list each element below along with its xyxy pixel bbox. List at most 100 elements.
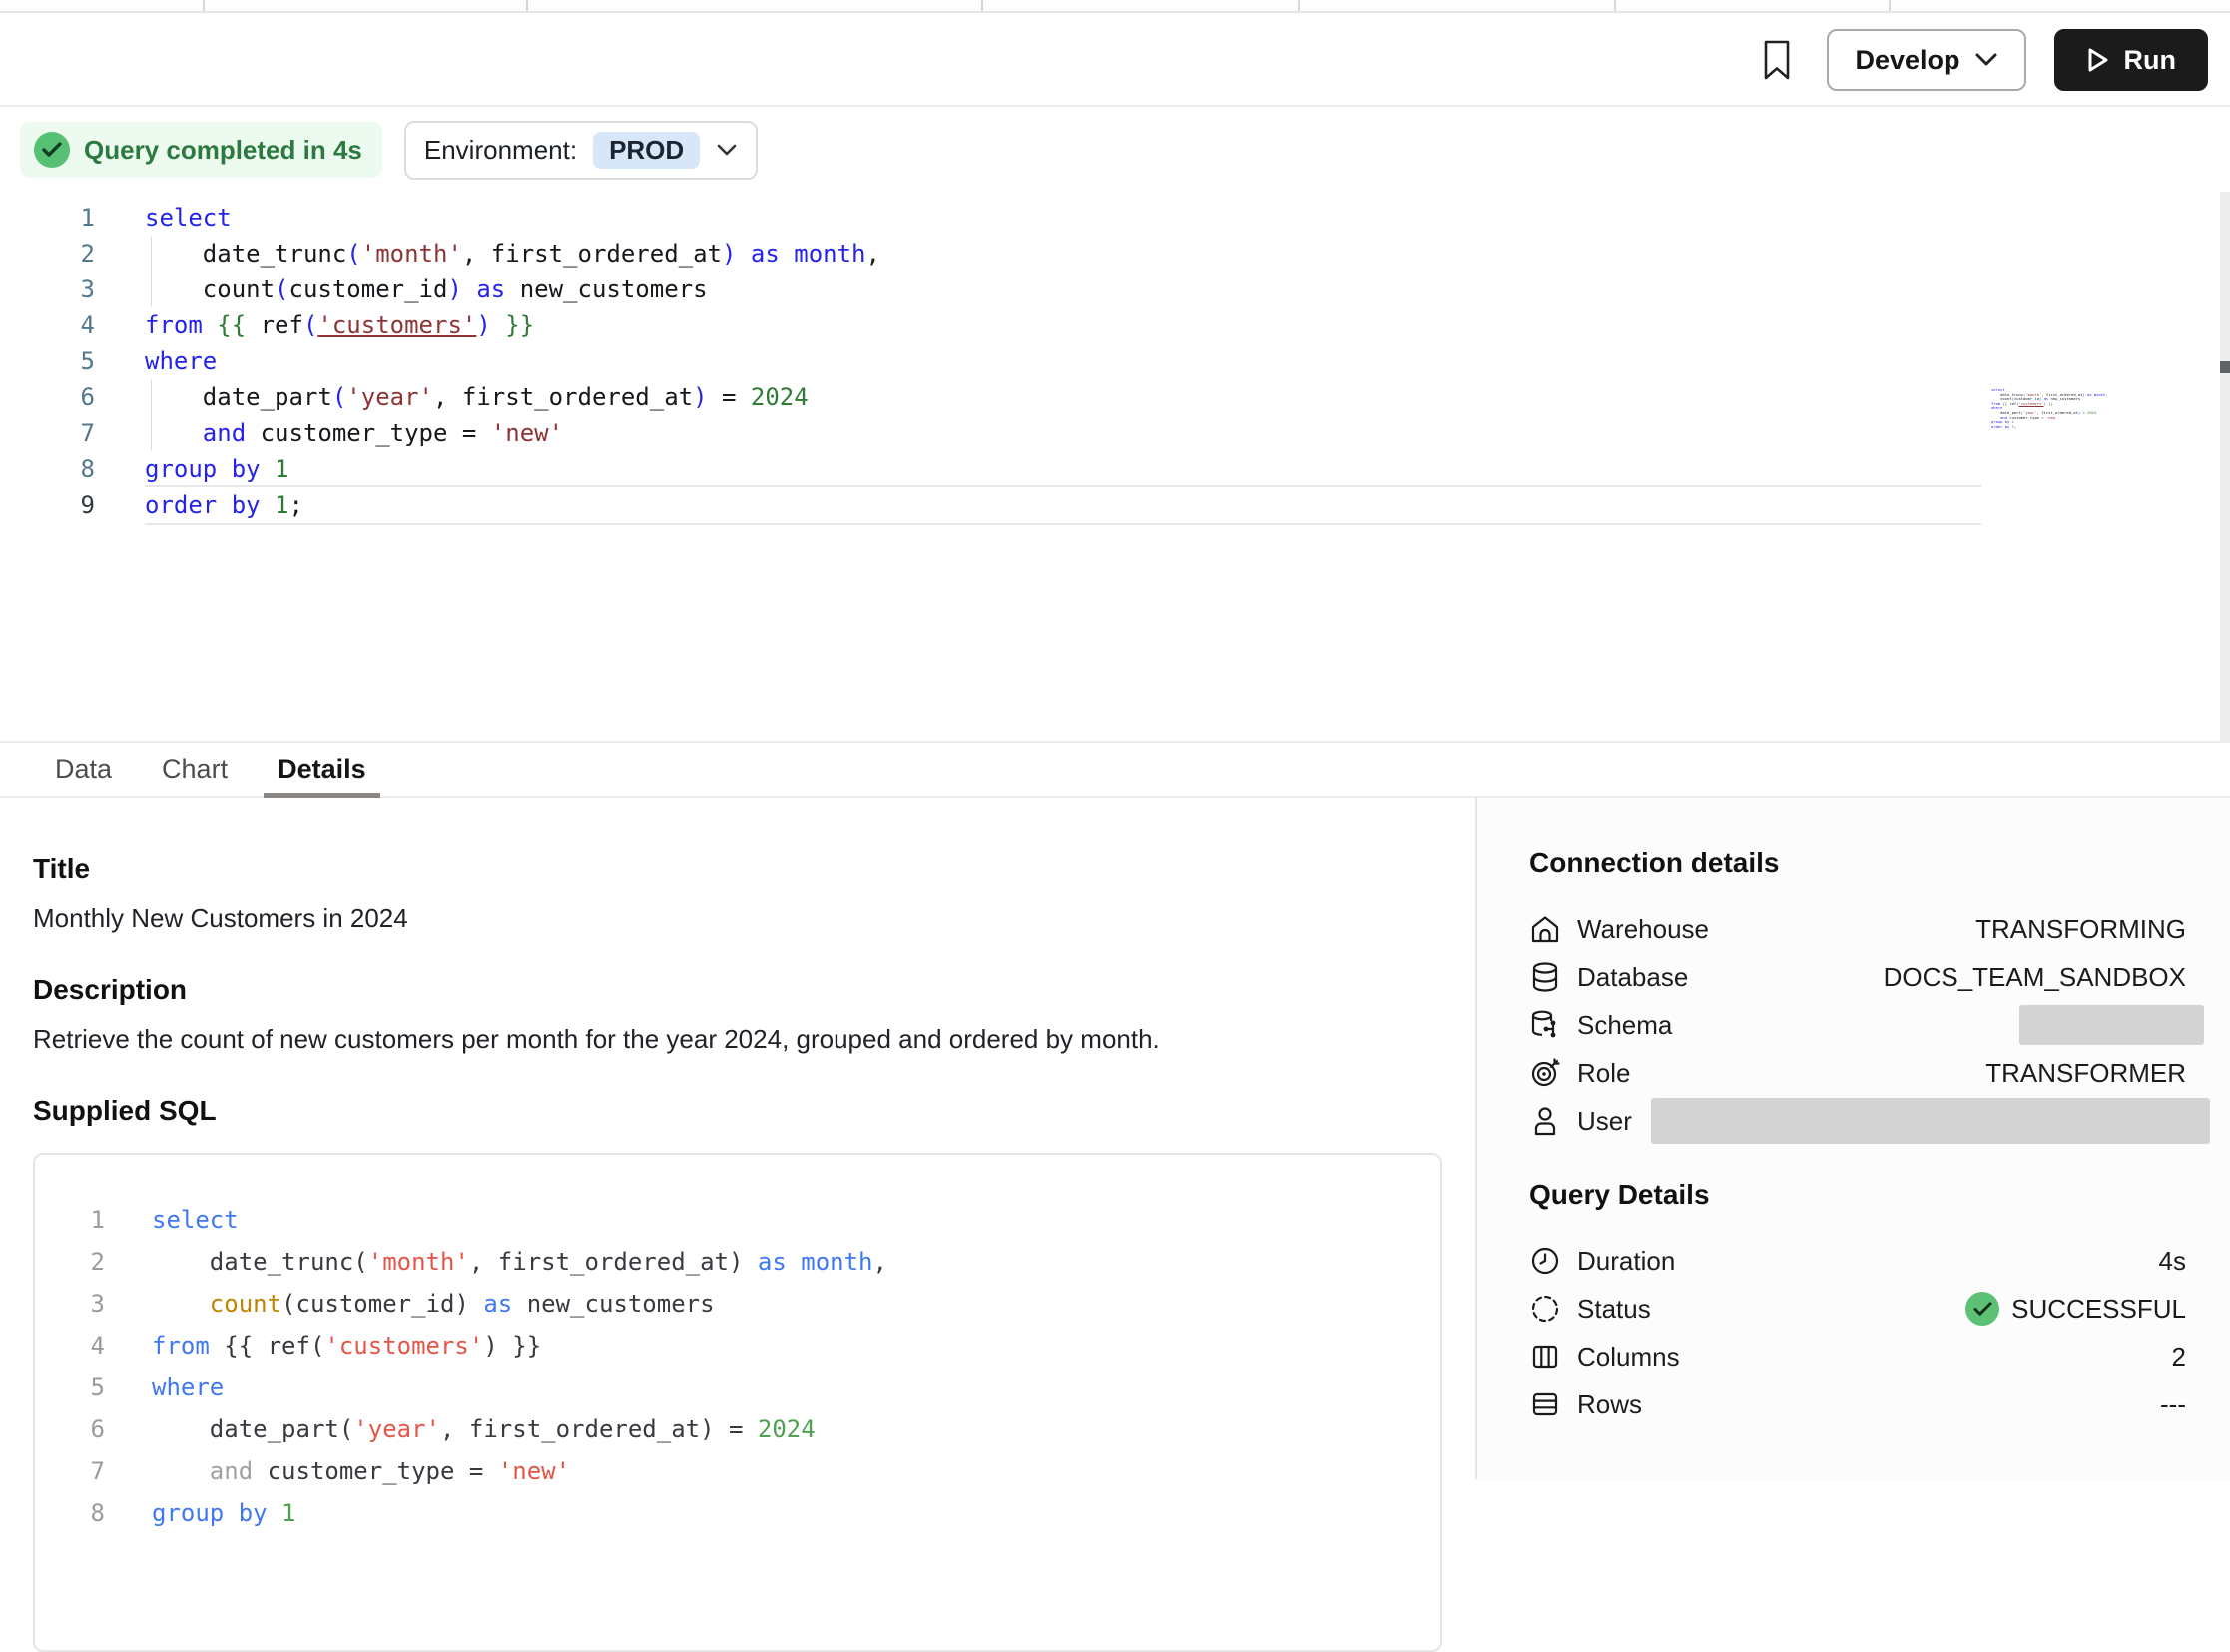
- chevron-down-icon: [716, 143, 738, 157]
- code-line: 1select: [0, 200, 2230, 236]
- line-number: 4: [68, 1325, 105, 1367]
- meta-label: Warehouse: [1577, 914, 1709, 945]
- meta-value: TRANSFORMER: [1985, 1058, 2186, 1089]
- line-number: 5: [0, 343, 95, 379]
- editor-scrollbar[interactable]: [2220, 192, 2230, 741]
- meta-row-schema: Schema: [1529, 1001, 2186, 1049]
- database-icon: [1529, 961, 1561, 993]
- bookmark-button[interactable]: [1755, 36, 1799, 84]
- line-number: 6: [0, 379, 95, 415]
- code-line: 4from {{ ref('customers') }}: [68, 1325, 1440, 1367]
- line-number: 6: [68, 1408, 105, 1450]
- develop-label: Develop: [1855, 45, 1959, 76]
- query-status-text: Query completed in 4s: [84, 135, 362, 166]
- success-check-icon: [1965, 1292, 1999, 1326]
- connection-details-heading: Connection details: [1529, 847, 2186, 879]
- tab-details[interactable]: Details: [264, 743, 380, 796]
- tab-data[interactable]: Data: [41, 743, 126, 796]
- meta-label: Role: [1577, 1058, 1630, 1089]
- code-line: 3 count(customer_id) as new_customers: [68, 1283, 1440, 1325]
- meta-row-columns: Columns 2: [1529, 1333, 2186, 1380]
- editor-code[interactable]: 1select2 date_trunc('month', first_order…: [0, 191, 2230, 523]
- meta-row-status: StatusSUCCESSFUL: [1529, 1285, 2186, 1333]
- toolbar: Develop Run: [0, 15, 2230, 107]
- query-details-heading: Query Details: [1529, 1179, 2186, 1211]
- tab-divider: [1614, 0, 1616, 11]
- schema-icon: [1529, 1009, 1561, 1041]
- meta-row-database: DatabaseDOCS_TEAM_SANDBOX: [1529, 953, 2186, 1001]
- meta-label: User: [1577, 1106, 1632, 1137]
- line-number: 2: [0, 236, 95, 272]
- rows-icon: [1529, 1388, 1561, 1420]
- meta-label: Columns: [1577, 1342, 1680, 1373]
- description-heading: Description: [33, 974, 1475, 1006]
- status-icon: [1529, 1293, 1561, 1325]
- code-line: 1select: [68, 1199, 1440, 1241]
- meta-row-role: Role TRANSFORMER: [1529, 1049, 2186, 1097]
- editor-minimap[interactable]: select date_trunc('month', first_ordered…: [1991, 388, 2099, 429]
- bookmark-icon: [1760, 38, 1794, 82]
- meta-value: [2019, 1005, 2186, 1045]
- tab-divider: [526, 0, 528, 11]
- line-number: 3: [68, 1283, 105, 1325]
- sql-editor[interactable]: 1select2 date_trunc('month', first_order…: [0, 191, 2230, 741]
- code-line: 8group by 1: [68, 1492, 1440, 1534]
- role-icon: [1529, 1057, 1561, 1089]
- columns-icon: [1529, 1341, 1561, 1373]
- user-icon: [1529, 1105, 1561, 1137]
- meta-label: Schema: [1577, 1010, 1672, 1041]
- code-line: 3 count(customer_id) as new_customers: [0, 272, 2230, 307]
- query-status-bar: Query completed in 4s Environment: PROD: [0, 109, 2230, 191]
- description-value: Retrieve the count of new customers per …: [33, 1024, 1475, 1055]
- code-line: 5where: [0, 343, 2230, 379]
- redacted-value: [1651, 1098, 2210, 1144]
- code-line: 2 date_trunc('month', first_ordered_at) …: [68, 1241, 1440, 1283]
- code-line: 7 and customer_type = 'new': [0, 415, 2230, 451]
- meta-value: 2: [2172, 1342, 2186, 1373]
- tab-divider: [1889, 0, 1891, 11]
- code-line: 7 and customer_type = 'new': [68, 1450, 1440, 1492]
- meta-label: Status: [1577, 1294, 1651, 1325]
- scrollbar-thumb[interactable]: [2220, 361, 2230, 373]
- warehouse-icon: [1529, 913, 1561, 945]
- code-line: 8group by 1: [0, 451, 2230, 487]
- clock-icon: [1529, 1245, 1561, 1277]
- line-number: 9: [0, 487, 95, 523]
- title-value: Monthly New Customers in 2024: [33, 903, 1475, 934]
- line-number: 1: [0, 200, 95, 236]
- line-number: 8: [0, 451, 95, 487]
- code-line: 6 date_part('year', first_ordered_at) = …: [0, 379, 2230, 415]
- supplied-sql-block: 1select2 date_trunc('month', first_order…: [33, 1153, 1442, 1652]
- meta-label: Database: [1577, 962, 1688, 993]
- meta-label: Rows: [1577, 1389, 1642, 1420]
- meta-row-duration: Duration4s: [1529, 1237, 2186, 1285]
- connection-panel: Connection details Warehouse TRANSFORMING…: [1475, 798, 2230, 1479]
- meta-row-rows: Rows ---: [1529, 1380, 2186, 1428]
- tab-chart[interactable]: Chart: [148, 743, 242, 796]
- environment-value-pill: PROD: [593, 132, 700, 169]
- line-number: 7: [68, 1450, 105, 1492]
- meta-value: 4s: [2159, 1246, 2186, 1277]
- line-number: 8: [68, 1492, 105, 1534]
- run-button[interactable]: Run: [2054, 29, 2208, 91]
- query-status-pill: Query completed in 4s: [20, 122, 382, 178]
- meta-value: TRANSFORMING: [1975, 914, 2186, 945]
- environment-label: Environment:: [424, 135, 577, 166]
- play-icon: [2086, 47, 2110, 73]
- environment-select[interactable]: Environment: PROD: [404, 121, 758, 180]
- indent-guide: [151, 379, 152, 451]
- code-line: 5where: [68, 1367, 1440, 1408]
- code-line: 6 date_part('year', first_ordered_at) = …: [68, 1408, 1440, 1450]
- line-number: 7: [0, 415, 95, 451]
- run-label: Run: [2124, 45, 2176, 76]
- meta-row-warehouse: Warehouse TRANSFORMING: [1529, 905, 2186, 953]
- tab-divider: [981, 0, 983, 11]
- code-line: 2 date_trunc('month', first_ordered_at) …: [0, 236, 2230, 272]
- supplied-sql-heading: Supplied SQL: [33, 1095, 1475, 1127]
- tab-divider: [203, 0, 205, 11]
- meta-value: ---: [2160, 1389, 2186, 1420]
- develop-menu-button[interactable]: Develop: [1827, 29, 2025, 91]
- line-number: 1: [68, 1199, 105, 1241]
- indent-guide: [151, 236, 152, 307]
- details-panel: Title Monthly New Customers in 2024 Desc…: [0, 798, 1475, 1479]
